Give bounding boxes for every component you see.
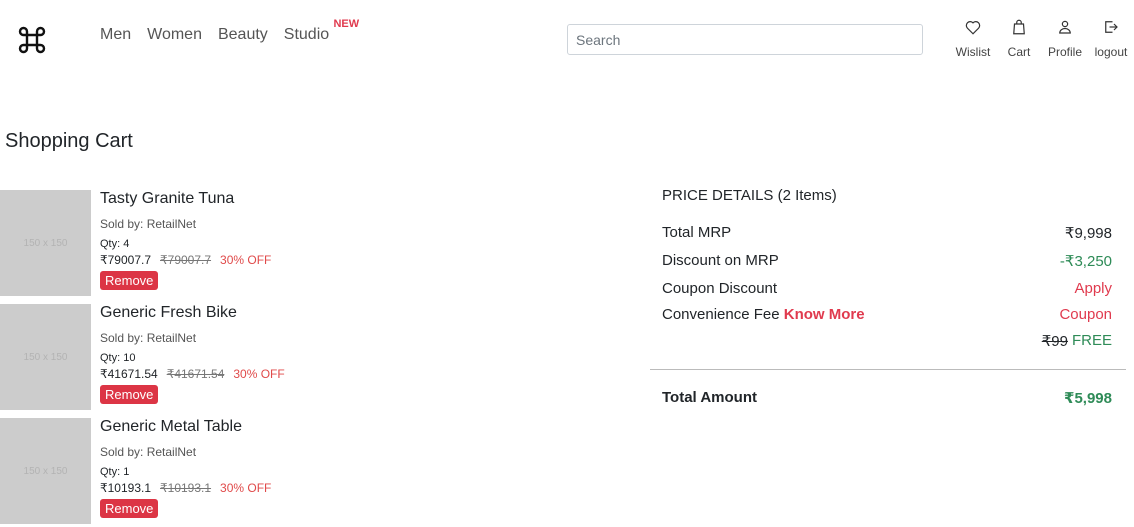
item-name[interactable]: Generic Fresh Bike <box>100 304 285 322</box>
fee-value-row: ₹99 FREE <box>662 332 1112 350</box>
item-details: Tasty Granite Tuna Sold by: RetailNet Qt… <box>100 190 271 290</box>
logout-label: logout <box>1094 45 1128 59</box>
fee-old-value: ₹99 <box>1041 333 1068 350</box>
remove-button[interactable]: Remove <box>100 499 159 518</box>
apply-coupon-link[interactable]: Apply <box>1074 280 1112 297</box>
cart-item: 150 x 150 Tasty Granite Tuna Sold by: Re… <box>0 190 600 304</box>
item-name[interactable]: Tasty Granite Tuna <box>100 190 271 208</box>
discount-value: -₹3,250 <box>1059 253 1112 270</box>
cart-item: 150 x 150 Generic Fresh Bike Sold by: Re… <box>0 304 600 418</box>
total-amount-label: Total Amount <box>662 389 757 406</box>
search-input[interactable] <box>567 24 923 55</box>
total-amount-value: ₹5,998 <box>1064 390 1112 407</box>
wishlist-button[interactable]: Wislist <box>950 18 996 59</box>
item-qty: Qty: 10 <box>100 352 136 364</box>
item-details: Generic Metal Table Sold by: RetailNet Q… <box>100 418 271 518</box>
item-seller: Sold by: RetailNet <box>100 331 197 345</box>
profile-button[interactable]: Profile <box>1042 18 1088 59</box>
nav-women[interactable]: Women <box>147 26 202 44</box>
nav-men[interactable]: Men <box>100 26 131 44</box>
item-details: Generic Fresh Bike Sold by: RetailNet Qt… <box>100 304 285 404</box>
price-row: ₹79007.7 ₹79007.7 30% OFF <box>100 253 271 267</box>
nav-beauty[interactable]: Beauty <box>218 26 268 44</box>
price-row: ₹41671.54 ₹41671.54 30% OFF <box>100 367 285 381</box>
wishlist-label: Wislist <box>955 45 991 59</box>
total-mrp-value: ₹9,998 <box>1064 225 1112 242</box>
item-seller: Sold by: RetailNet <box>100 445 197 459</box>
price-row: ₹10193.1 ₹10193.1 30% OFF <box>100 481 271 495</box>
new-badge: NEW <box>333 18 360 30</box>
price-details-title: PRICE DETAILS (2 Items) <box>662 187 837 204</box>
discount-row: Discount on MRP -₹3,250 <box>662 252 1112 270</box>
item-seller: Sold by: RetailNet <box>100 217 197 231</box>
item-name[interactable]: Generic Metal Table <box>100 418 271 436</box>
cart-button[interactable]: Cart <box>996 18 1042 59</box>
nav-studio-label: Studio <box>283 26 330 43</box>
total-mrp-label: Total MRP <box>662 224 732 241</box>
item-price: ₹79007.7 <box>100 253 152 267</box>
cart-item: 150 x 150 Generic Metal Table Sold by: R… <box>0 418 600 527</box>
item-qty: Qty: 4 <box>100 238 130 250</box>
header-actions: Wislist Cart Profile logout <box>950 18 1134 59</box>
logout-icon <box>1105 21 1118 33</box>
page-title: Shopping Cart <box>5 130 133 152</box>
bag-icon <box>1013 19 1025 35</box>
logout-button[interactable]: logout <box>1088 18 1134 59</box>
item-qty: Qty: 1 <box>100 466 130 478</box>
convenience-fee-row: Convenience Fee Know More Coupon <box>662 306 1112 323</box>
product-image[interactable]: 150 x 150 <box>0 418 91 524</box>
item-mrp: ₹10193.1 <box>160 481 212 495</box>
cart-label: Cart <box>1007 45 1031 59</box>
user-icon <box>1059 20 1071 34</box>
command-key-icon[interactable] <box>16 24 48 56</box>
main-nav: Men Women Beauty Studio NEW <box>100 18 359 44</box>
nav-studio[interactable]: Studio NEW <box>283 18 359 44</box>
coupon-row: Coupon Discount Apply <box>662 280 1112 297</box>
item-price: ₹41671.54 <box>100 367 158 381</box>
heart-icon <box>965 21 981 35</box>
divider <box>650 369 1126 370</box>
cart-list: 150 x 150 Tasty Granite Tuna Sold by: Re… <box>0 190 600 527</box>
convenience-fee-label: Convenience Fee Know More <box>662 306 865 323</box>
fee-label-text: Convenience Fee <box>662 306 780 323</box>
know-more-link[interactable]: Know More <box>784 306 865 323</box>
product-image[interactable]: 150 x 150 <box>0 190 91 296</box>
total-amount-row: Total Amount ₹5,998 <box>662 389 1112 407</box>
item-discount: 30% OFF <box>233 367 285 381</box>
total-mrp-row: Total MRP ₹9,998 <box>662 224 1112 242</box>
remove-button[interactable]: Remove <box>100 271 159 290</box>
item-discount: 30% OFF <box>220 481 272 495</box>
profile-label: Profile <box>1047 45 1082 59</box>
remove-button[interactable]: Remove <box>100 385 159 404</box>
item-mrp: ₹79007.7 <box>160 253 212 267</box>
fee-free-value: FREE <box>1071 332 1112 349</box>
item-mrp: ₹41671.54 <box>166 367 225 381</box>
item-price: ₹10193.1 <box>100 481 152 495</box>
navbar: Men Women Beauty Studio NEW Wislist Cart… <box>0 0 1134 80</box>
item-discount: 30% OFF <box>220 253 272 267</box>
product-image[interactable]: 150 x 150 <box>0 304 91 410</box>
coupon-label: Coupon Discount <box>662 280 778 297</box>
coupon-text[interactable]: Coupon <box>1059 306 1112 323</box>
discount-label: Discount on MRP <box>662 252 779 269</box>
